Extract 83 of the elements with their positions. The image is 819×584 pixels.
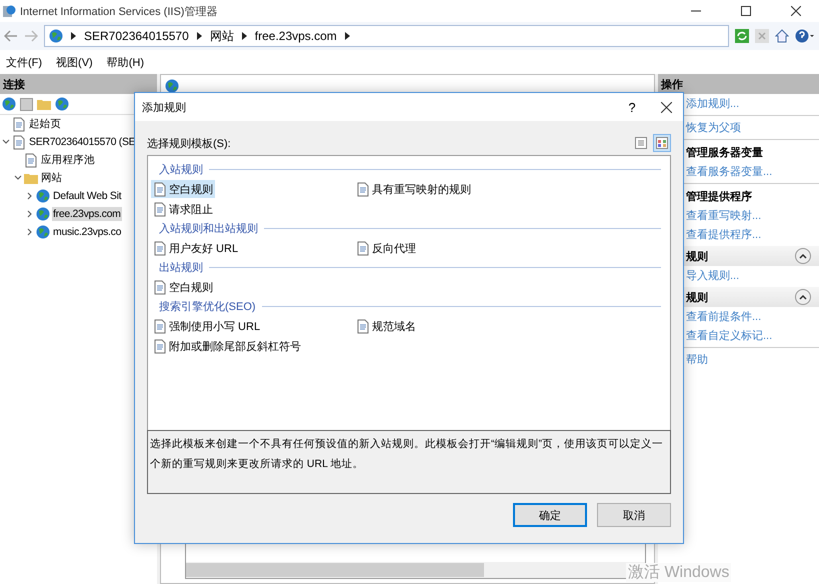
- menu-item[interactable]: 文件(F): [6, 54, 42, 70]
- action-heading: 管理服务器变量: [685, 146, 764, 161]
- chevron-down-icon[interactable]: [2, 138, 10, 146]
- rule-template[interactable]: 空白规则: [151, 180, 215, 198]
- globe-icon: [36, 207, 50, 221]
- section-title: 规则: [686, 250, 708, 264]
- tree-item[interactable]: 应用程序池: [40, 152, 96, 168]
- separator-icon: [196, 32, 202, 40]
- tree-item[interactable]: SER702364015570 (SE: [28, 135, 136, 149]
- collapse-button[interactable]: [795, 289, 811, 305]
- rule-template[interactable]: 附加或删除尾部反斜杠符号: [151, 337, 303, 355]
- help-button[interactable]: ?: [615, 93, 649, 121]
- globe-icon: [36, 225, 50, 239]
- cancel-button[interactable]: 取消: [597, 503, 671, 527]
- document-icon: [12, 134, 26, 150]
- group-title: 入站规则和出站规则: [159, 222, 258, 236]
- document-icon: [12, 116, 26, 132]
- home-icon[interactable]: [775, 29, 789, 43]
- chevron-up-icon: [799, 294, 807, 300]
- collapse-button[interactable]: [795, 248, 811, 264]
- breadcrumb[interactable]: SER702364015570: [84, 29, 189, 43]
- document-icon: [153, 240, 167, 256]
- menu-item[interactable]: 帮助(H): [106, 54, 144, 70]
- group-title: 搜索引擎优化(SEO): [159, 300, 256, 314]
- ok-button[interactable]: 确定: [513, 503, 587, 527]
- document-icon: [153, 182, 167, 196]
- chevron-right-icon[interactable]: [26, 228, 34, 236]
- document-icon: [153, 280, 167, 294]
- help-icon[interactable]: [795, 29, 815, 43]
- action-heading: 管理提供程序: [685, 190, 753, 205]
- group-title: 出站规则: [159, 261, 203, 275]
- address-bar[interactable]: SER702364015570 网站 free.23vps.com: [44, 25, 729, 47]
- tree-item[interactable]: Default Web Sit: [52, 189, 122, 203]
- document-icon: [153, 338, 167, 354]
- document-icon: [153, 202, 167, 216]
- document-icon: [356, 240, 370, 256]
- pane-header: 操作: [658, 74, 819, 94]
- app-icon: [2, 4, 16, 18]
- section-title: 规则: [686, 290, 708, 304]
- window-title: Internet Information Services (IIS)管理器: [20, 4, 218, 18]
- globe-icon: [49, 29, 63, 43]
- rule-template[interactable]: 请求阻止: [151, 200, 215, 218]
- chevron-right-icon[interactable]: [26, 192, 34, 200]
- separator-icon: [344, 32, 350, 40]
- close-icon: [660, 102, 672, 112]
- document-icon: [24, 152, 38, 168]
- breadcrumb[interactable]: free.23vps.com: [254, 29, 337, 43]
- document-icon: [153, 318, 167, 334]
- dialog-title: 添加规则: [142, 100, 187, 114]
- chevron-right-icon[interactable]: [26, 210, 34, 218]
- rule-template[interactable]: 规范域名: [354, 317, 418, 335]
- tree-item[interactable]: free.23vps.com: [52, 207, 122, 221]
- rule-template[interactable]: 具有重写映射的规则: [354, 180, 473, 198]
- document-icon: [356, 182, 370, 196]
- menu-item[interactable]: 视图(V): [56, 54, 93, 70]
- group-title: 入站规则: [159, 163, 203, 177]
- close-icon: [791, 6, 801, 16]
- tree-item[interactable]: music.23vps.co: [52, 225, 122, 239]
- pane-header: 连接: [0, 74, 157, 94]
- activation-notice: 激活 Windows: [626, 563, 732, 582]
- globe-icon: [36, 189, 50, 203]
- chevron-up-icon: [799, 253, 807, 259]
- globe-icon: [165, 79, 179, 93]
- rule-template[interactable]: 空白规则: [151, 278, 215, 296]
- template-description: 选择此模板来创建一个不具有任何预设值的新入站规则。此模板会打开“编辑规则”页，使用该页可以定义一个新的重写规则来更改所请求的 URL 地址。: [147, 430, 671, 494]
- chevron-down-icon[interactable]: [14, 174, 22, 182]
- breadcrumb[interactable]: 网站: [210, 28, 234, 44]
- tree-item[interactable]: 网站: [40, 170, 64, 186]
- tree-item[interactable]: 起始页: [28, 116, 62, 132]
- rule-template[interactable]: 反向代理: [354, 239, 418, 257]
- back-icon[interactable]: [4, 30, 18, 42]
- template-label: 选择规则模板(S):: [147, 136, 231, 150]
- tile-view-button[interactable]: [653, 134, 671, 152]
- maximize-icon: [741, 6, 751, 16]
- horizontal-scrollbar[interactable]: [186, 562, 645, 578]
- separator-icon: [242, 32, 247, 40]
- rule-template[interactable]: 用户友好 URL: [151, 239, 240, 257]
- folder-icon: [24, 172, 38, 184]
- list-view-button[interactable]: [632, 134, 650, 152]
- refresh-icon[interactable]: [735, 29, 749, 43]
- rule-template[interactable]: 强制使用小写 URL: [151, 317, 262, 335]
- separator-icon: [71, 32, 76, 40]
- document-icon: [356, 318, 370, 334]
